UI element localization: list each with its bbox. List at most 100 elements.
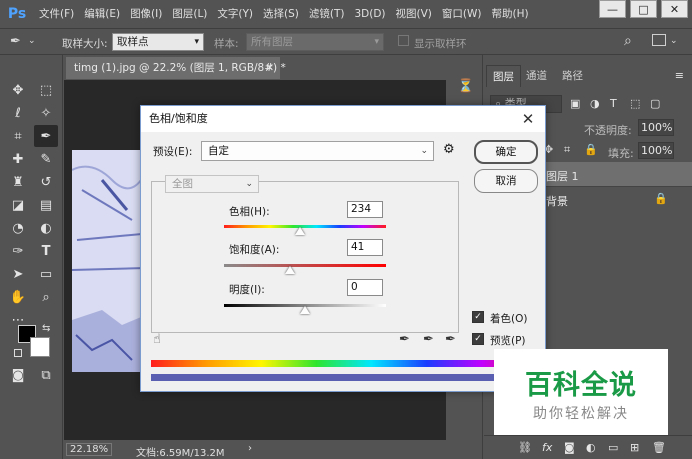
image-filter-icon[interactable]: ▣ — [570, 97, 580, 110]
chevron-down-icon: ▾ — [374, 37, 379, 47]
type-filter-icon[interactable]: T — [610, 97, 617, 110]
background-color-swatch[interactable] — [30, 337, 50, 357]
shape-filter-icon[interactable]: ⬚ — [630, 97, 640, 110]
hue-input[interactable]: 234 — [347, 201, 383, 218]
blur-tool-icon[interactable]: ◔ — [6, 217, 30, 239]
chevron-down-icon[interactable]: ⌄ — [28, 36, 36, 46]
show-ring-checkbox[interactable] — [398, 35, 409, 46]
preview-checkbox[interactable]: ✓ — [472, 333, 484, 345]
adjustment-filter-icon[interactable]: ◑ — [590, 97, 600, 110]
default-colors-icon[interactable] — [14, 349, 22, 357]
eyedropper-plus-icon[interactable]: ✒ — [423, 332, 434, 347]
dodge-tool-icon[interactable]: ◐ — [34, 217, 58, 239]
zoom-level[interactable]: 22.18% — [66, 443, 113, 456]
adjustment-layer-icon[interactable]: ◐ — [586, 441, 596, 454]
menu-item[interactable]: 视图(V) — [391, 0, 437, 28]
panel-menu-icon[interactable]: ≡ — [675, 69, 684, 82]
tab-layers[interactable]: 图层 — [486, 65, 521, 87]
colorize-checkbox[interactable]: ✓ — [472, 311, 484, 323]
minimize-button[interactable]: — — [599, 0, 626, 18]
close-icon[interactable]: ✕ — [517, 108, 539, 130]
screen-mode-icon[interactable]: ⧉ — [34, 364, 58, 386]
menu-item[interactable]: 帮助(H) — [487, 0, 534, 28]
document-size: 文档:6.59M/13.2M — [136, 448, 225, 459]
smart-object-filter-icon[interactable]: ▢ — [650, 97, 660, 110]
history-brush-tool-icon[interactable]: ↺ — [34, 171, 58, 193]
watermark-title: 百科全说 — [525, 370, 637, 401]
opacity-field[interactable]: 100% — [638, 119, 674, 136]
hand-tool-icon[interactable]: ✋ — [6, 286, 30, 308]
gear-icon[interactable]: ⚙ — [443, 142, 455, 157]
menu-item[interactable]: 图层(L) — [167, 0, 212, 28]
sample-size-label: 取样大小: — [62, 38, 108, 50]
chevron-right-icon[interactable]: › — [248, 443, 252, 454]
brush-tool-icon[interactable]: ✎ — [34, 148, 58, 170]
eyedropper-minus-icon[interactable]: ✒ — [445, 332, 456, 347]
target-adjust-icon[interactable]: ☝ — [153, 332, 161, 347]
preset-select[interactable]: 自定 ⌄ — [201, 141, 434, 161]
tab-channels[interactable]: 通道 — [520, 65, 553, 87]
marquee-tool-icon[interactable]: ⬚ — [34, 79, 58, 101]
search-icon[interactable]: ⌕ — [624, 33, 632, 49]
menu-item[interactable]: 图像(I) — [125, 0, 167, 28]
delete-layer-icon[interactable]: 🗑 — [652, 441, 666, 454]
gradient-tool-icon[interactable]: ▤ — [34, 194, 58, 216]
lasso-tool-icon[interactable]: ℓ — [6, 102, 30, 124]
new-group-icon[interactable]: ▭ — [608, 441, 618, 454]
type-tool-icon[interactable]: T — [34, 240, 58, 262]
menu-item[interactable]: 滤镜(T) — [304, 0, 350, 28]
chevron-down-icon[interactable]: ⌄ — [670, 36, 678, 46]
saturation-slider-thumb[interactable] — [285, 266, 296, 274]
menu-item[interactable]: 文件(F) — [34, 0, 79, 28]
eraser-tool-icon[interactable]: ◪ — [6, 194, 30, 216]
hue-label: 色相(H): — [229, 206, 270, 218]
swap-colors-icon[interactable]: ⇆ — [42, 323, 50, 334]
sample-select[interactable]: 所有图层 ▾ — [246, 33, 384, 51]
lightness-slider-thumb[interactable] — [300, 306, 310, 314]
hue-slider-thumb[interactable] — [295, 227, 306, 235]
new-layer-icon[interactable]: ⊞ — [630, 441, 639, 454]
options-bar: ✒ ⌄ 取样大小: 取样点 ▾ 样本: 所有图层 ▾ 显示取样环 ⌕ ⌄ — [0, 28, 692, 55]
rectangle-tool-icon[interactable]: ▭ — [34, 263, 58, 285]
restore-button[interactable]: □ — [630, 0, 657, 18]
sample-size-select[interactable]: 取样点 ▾ — [112, 33, 204, 51]
eyedropper-tool-icon[interactable]: ✒ — [10, 34, 21, 49]
add-mask-icon[interactable]: ◙ — [564, 441, 575, 454]
crop-tool-icon[interactable]: ⌗ — [6, 125, 30, 147]
layer-name: 图层 1 — [546, 170, 579, 183]
path-selection-tool-icon[interactable]: ➤ — [6, 263, 30, 285]
saturation-slider-track[interactable] — [224, 264, 386, 267]
link-layers-icon[interactable]: ⛓ — [518, 441, 532, 454]
lock-artboard-icon[interactable]: ⌗ — [564, 143, 570, 157]
healing-brush-tool-icon[interactable]: ✚ — [6, 148, 30, 170]
history-panel-icon[interactable]: ⏳ — [454, 75, 478, 97]
move-tool-icon[interactable]: ✥ — [6, 79, 30, 101]
zoom-tool-icon[interactable]: ⌕ — [34, 286, 58, 308]
document-tab[interactable]: timg (1).jpg @ 22.2% (图层 1, RGB/8#) * ✕ — [66, 57, 286, 79]
lock-all-icon[interactable]: 🔒 — [584, 143, 598, 156]
eyedropper-tool-icon[interactable]: ✒ — [34, 125, 58, 147]
input-color-bar — [151, 360, 537, 367]
tab-paths[interactable]: 路径 — [556, 65, 589, 87]
workspace-icon[interactable] — [652, 34, 666, 46]
cancel-button[interactable]: 取消 — [474, 169, 538, 193]
clone-stamp-tool-icon[interactable]: ♜ — [6, 171, 30, 193]
layer-style-icon[interactable]: fx — [542, 441, 552, 454]
pen-tool-icon[interactable]: ✑ — [6, 240, 30, 262]
ok-button[interactable]: 确定 — [474, 140, 538, 164]
saturation-input[interactable]: 41 — [347, 239, 383, 256]
close-button[interactable]: ✕ — [661, 0, 688, 18]
close-icon[interactable]: ✕ — [265, 57, 274, 79]
menu-item[interactable]: 3D(D) — [349, 0, 390, 28]
quick-mask-icon[interactable]: ◙ — [6, 364, 30, 386]
fill-field[interactable]: 100% — [638, 142, 674, 159]
menu-item[interactable]: 编辑(E) — [79, 0, 125, 28]
menu-item[interactable]: 选择(S) — [258, 0, 304, 28]
channel-select[interactable]: 全图 ⌄ — [165, 175, 259, 193]
menu-item[interactable]: 文字(Y) — [212, 0, 258, 28]
menu-item[interactable]: 窗口(W) — [437, 0, 487, 28]
magic-wand-tool-icon[interactable]: ✧ — [34, 102, 58, 124]
eyedropper-icon[interactable]: ✒ — [399, 332, 410, 347]
lightness-input[interactable]: 0 — [347, 279, 383, 296]
chevron-down-icon: ⌄ — [420, 146, 428, 156]
